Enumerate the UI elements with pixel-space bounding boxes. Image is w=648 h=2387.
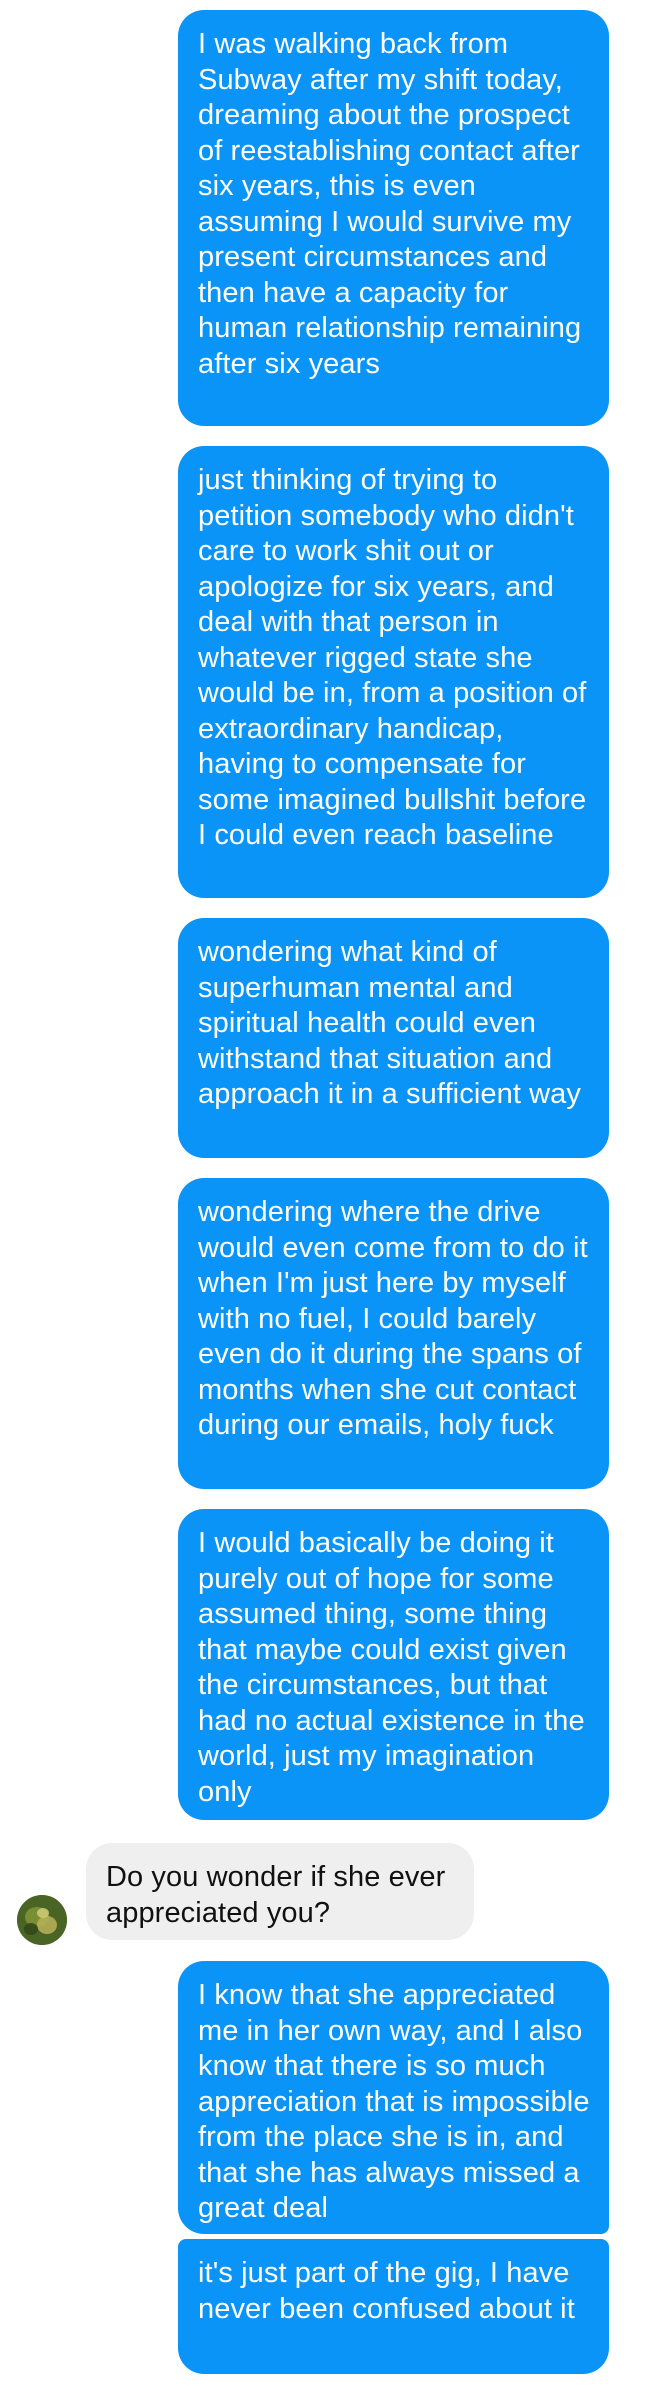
sent-message[interactable]: wondering what kind of superhuman mental… bbox=[178, 918, 609, 1158]
sent-message[interactable]: I was walking back from Subway after my … bbox=[178, 10, 609, 426]
sent-message[interactable]: I know that she appreciated me in her ow… bbox=[178, 1961, 609, 2234]
sent-message[interactable]: just thinking of trying to petition some… bbox=[178, 446, 609, 898]
sent-message[interactable]: it's just part of the gig, I have never … bbox=[178, 2239, 609, 2374]
contact-avatar[interactable] bbox=[17, 1895, 67, 1945]
sent-message[interactable]: I would basically be doing it purely out… bbox=[178, 1509, 609, 1820]
sent-message[interactable]: wondering where the drive would even com… bbox=[178, 1178, 609, 1489]
received-message[interactable]: Do you wonder if she ever appreciated yo… bbox=[86, 1843, 474, 1940]
